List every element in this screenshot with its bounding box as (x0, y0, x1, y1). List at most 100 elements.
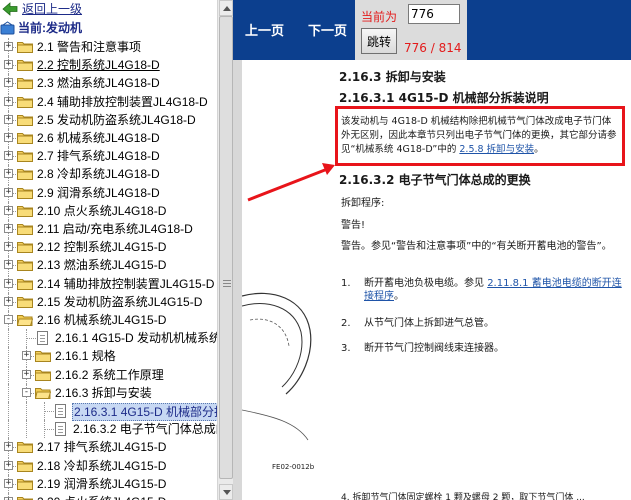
folder-open-icon (35, 387, 51, 399)
folder-icon (17, 278, 33, 290)
tree-item[interactable]: +2.8 冷却系统JL4G18-D (0, 165, 217, 184)
tree-item-label[interactable]: 2.16.2 系统工作原理 (54, 367, 165, 383)
tree-item-label[interactable]: 2.16.1 4G15-D 发动机机械系统 (54, 330, 217, 346)
expand-icon[interactable]: + (4, 260, 13, 270)
tree-item[interactable]: +2.16.2 系统工作原理 (0, 365, 217, 384)
expand-icon[interactable]: + (4, 151, 13, 161)
back-arrow-icon (2, 2, 18, 16)
tree-root[interactable]: 当前:发动机 (0, 19, 83, 37)
tree-item[interactable]: +2.4 辅助排放控制装置JL4G18-D (0, 92, 217, 111)
tree-item[interactable]: +2.3 燃油系统JL4G18-D (0, 74, 217, 93)
tree-item-label[interactable]: 2.4 辅助排放控制装置JL4G18-D (36, 94, 209, 110)
expand-icon[interactable]: + (4, 78, 13, 88)
tree-item[interactable]: 2.16.3.1 4G15-D 机械部分拆装说明 (0, 402, 217, 421)
tree-item-label[interactable]: 2.16.3 拆卸与安装 (54, 385, 153, 401)
expand-icon[interactable]: + (4, 460, 13, 470)
expand-icon[interactable]: + (4, 42, 13, 51)
tree-item[interactable]: +2.17 排气系统JL4G15-D (0, 438, 217, 457)
expand-icon[interactable]: + (4, 169, 13, 179)
tree-item[interactable]: +2.1 警告和注意事项 (0, 38, 217, 56)
tree-item[interactable]: +2.19 润滑系统JL4G15-D (0, 474, 217, 493)
tree-item-label[interactable]: 2.12 控制系统JL4G15-D (36, 239, 167, 255)
tree-item[interactable]: 2.16.1 4G15-D 发动机机械系统 (0, 329, 217, 348)
tree-item-label[interactable]: 2.16.1 规格 (54, 348, 117, 364)
tree-item-label[interactable]: 2.14 辅助排放控制装置JL4G15-D (36, 276, 215, 292)
tree-item-label[interactable]: 2.7 排气系统JL4G18-D (36, 148, 161, 164)
expand-icon[interactable]: + (4, 133, 13, 142)
back-link[interactable]: 返回上一级 (2, 0, 83, 18)
expand-icon[interactable]: + (22, 351, 31, 361)
expand-icon[interactable]: + (4, 442, 13, 452)
tree-scrollbar[interactable] (217, 0, 233, 500)
tree-item-label[interactable]: 2.3 燃油系统JL4G18-D (36, 75, 161, 91)
tree-item[interactable]: 2.16.3.2 电子节气门体总成的更换 (0, 420, 217, 439)
page-number-input[interactable] (408, 4, 460, 24)
scroll-thumb[interactable] (219, 16, 233, 479)
tree-item-label[interactable]: 2.11 启动/充电系统JL4G18-D (36, 221, 194, 237)
jump-button[interactable]: 跳转 (361, 28, 397, 54)
tree-item-label[interactable]: 2.9 润滑系统JL4G18-D (36, 185, 161, 201)
expand-icon[interactable]: + (4, 187, 13, 197)
scroll-up-button[interactable] (219, 0, 233, 16)
tree-connector (8, 420, 9, 439)
tree-item-label[interactable]: 2.2 控制系统JL4G18-D (36, 57, 161, 73)
tree-item-label[interactable]: 2.5 发动机防盗系统JL4G18-D (36, 112, 197, 128)
expand-icon[interactable]: + (22, 369, 31, 379)
expand-icon[interactable]: + (4, 205, 13, 215)
tree-item[interactable]: +2.16.1 规格 (0, 347, 217, 366)
tree-pane: 返回上一级 当前:发动机 +2.1 警告和注意事项 +2.2 控制系统JL4G18… (0, 0, 217, 500)
tree-root-label[interactable]: 当前:发动机 (17, 20, 83, 36)
expand-icon[interactable]: + (4, 96, 13, 106)
expand-icon[interactable]: + (4, 60, 13, 70)
section-heading: 2.16.3 拆卸与安装 (339, 70, 446, 84)
tree-item[interactable]: +2.5 发动机防盗系统JL4G18-D (0, 110, 217, 129)
step-text: 从节气门体上拆卸进气总管。 (364, 317, 626, 330)
tree-item[interactable]: +2.20 点火系统JL4G15-D (0, 493, 217, 500)
page-nav-bar: 上一页 下一页 当前为 跳转 776 / 814 (233, 0, 631, 60)
tree-item-label[interactable]: 2.16.3.1 4G15-D 机械部分拆装说明 (72, 403, 217, 421)
folder-icon (17, 460, 33, 472)
tree-item[interactable]: +2.14 辅助排放控制装置JL4G15-D (0, 274, 217, 293)
warning-title: 警告! (341, 220, 366, 231)
tree-item[interactable]: - 2.16 机械系统JL4G15-D (0, 311, 217, 329)
tree-item-label[interactable]: 2.16 机械系统JL4G15-D (36, 312, 167, 328)
expand-icon[interactable]: + (4, 296, 13, 306)
prev-page-link[interactable]: 上一页 (245, 20, 284, 39)
expand-icon[interactable]: + (4, 478, 13, 488)
tree-item-label[interactable]: 2.19 润滑系统JL4G15-D (36, 476, 167, 492)
expand-icon[interactable]: + (4, 114, 13, 124)
tree-item-label[interactable]: 2.17 排气系统JL4G15-D (36, 439, 167, 455)
tree-item-label[interactable]: 2.16.3.2 电子节气门体总成的更换 (72, 421, 217, 437)
collapse-icon[interactable]: - (22, 387, 31, 397)
scroll-down-button[interactable] (219, 484, 233, 500)
tree-item-label[interactable]: 2.1 警告和注意事项 (36, 39, 142, 55)
tree-item-label[interactable]: 2.8 冷却系统JL4G18-D (36, 166, 161, 182)
folder-icon (17, 497, 33, 500)
tree-item[interactable]: +2.13 燃油系统JL4G15-D (0, 256, 217, 275)
tree-item[interactable]: +2.18 冷却系统JL4G15-D (0, 456, 217, 475)
collapse-icon[interactable]: - (4, 315, 13, 324)
tree-item[interactable]: +2.2 控制系统JL4G18-D (0, 56, 217, 75)
back-link-label[interactable]: 返回上一级 (21, 1, 83, 17)
expand-icon[interactable]: + (4, 224, 13, 233)
tree-item[interactable]: +2.7 排气系统JL4G18-D (0, 147, 217, 166)
tree-item[interactable]: +2.10 点火系统JL4G18-D (0, 201, 217, 220)
tree-item-label[interactable]: 2.13 燃油系统JL4G15-D (36, 257, 167, 273)
tree-item-label[interactable]: 2.20 点火系统JL4G15-D (36, 494, 167, 500)
tree-item[interactable]: +2.9 润滑系统JL4G18-D (0, 183, 217, 202)
tree-item[interactable]: +2.12 控制系统JL4G15-D (0, 238, 217, 257)
replacement-heading: 2.16.3.2 电子节气门体总成的更换 (339, 173, 531, 187)
expand-icon[interactable]: + (4, 242, 13, 252)
tree-item[interactable]: +2.15 发动机防盗系统JL4G15-D (0, 292, 217, 311)
tree-item-label[interactable]: 2.15 发动机防盗系统JL4G15-D (36, 294, 203, 310)
tree-item-label[interactable]: 2.10 点火系统JL4G18-D (36, 203, 167, 219)
tree-item[interactable]: +2.11 启动/充电系统JL4G18-D (0, 220, 217, 238)
tree-item-label[interactable]: 2.18 冷却系统JL4G15-D (36, 458, 167, 474)
tree-item[interactable]: - 2.16.3 拆卸与安装 (0, 383, 217, 402)
expand-icon[interactable]: + (4, 278, 13, 288)
tree-item[interactable]: +2.6 机械系统JL4G18-D (0, 129, 217, 147)
tree-item-label[interactable]: 2.6 机械系统JL4G18-D (36, 130, 161, 146)
next-page-link[interactable]: 下一页 (308, 20, 347, 39)
folder-icon (17, 60, 33, 72)
folder-icon (17, 260, 33, 272)
